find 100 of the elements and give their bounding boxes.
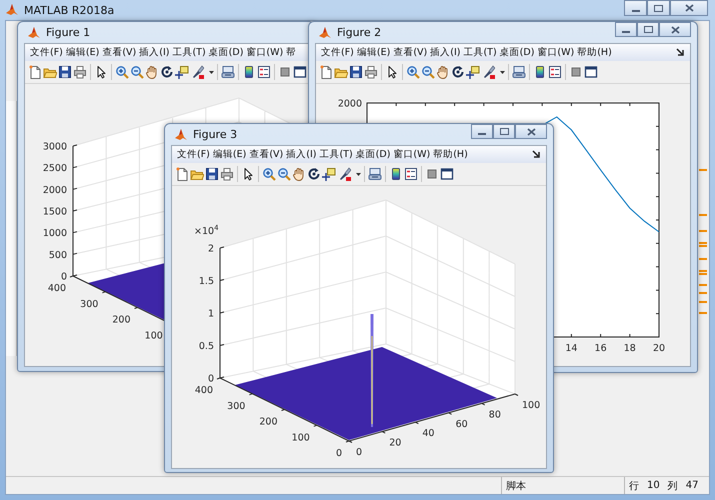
data-cursor-icon[interactable] — [175, 65, 189, 79]
menu-item[interactable]: 插入(I) — [286, 148, 316, 161]
menu-item[interactable]: 桌面(D) — [356, 148, 390, 161]
menu-item[interactable]: 文件(F) — [321, 46, 354, 59]
menu-item[interactable]: 查看(V) — [102, 46, 136, 59]
tick-label: 300 — [227, 400, 246, 412]
menu-item[interactable]: 编辑(E) — [212, 148, 246, 161]
window-title: Figure 3 — [193, 128, 238, 141]
colorbar-icon[interactable] — [533, 65, 547, 79]
menu-item[interactable]: 工具(T) — [319, 148, 353, 161]
tick-label: 2 — [208, 244, 214, 254]
zoom-in-icon[interactable] — [406, 65, 420, 79]
rotate-icon[interactable] — [160, 65, 174, 79]
data-cursor-icon[interactable] — [466, 65, 480, 79]
menu-item[interactable]: 帮助(H) — [433, 148, 468, 161]
zoom-in-icon[interactable] — [115, 65, 129, 79]
window-title: MATLAB R2018a — [24, 4, 114, 16]
new-file-icon[interactable] — [28, 65, 42, 79]
maximize-button[interactable] — [647, 0, 670, 16]
menu-item[interactable]: 文件(F) — [177, 148, 210, 161]
new-file-icon[interactable] — [175, 167, 189, 181]
menu-item[interactable]: 帮 — [286, 46, 296, 59]
line-label: 行 — [629, 480, 639, 492]
maximize-button[interactable] — [637, 22, 659, 37]
tick-label: 400 — [48, 283, 66, 294]
tick-label: 200 — [259, 416, 278, 428]
maximize-button[interactable] — [493, 124, 515, 139]
menu-item[interactable]: 工具(T) — [463, 46, 497, 59]
tick-label: 200 — [112, 314, 130, 326]
menu-item[interactable]: 插入(I) — [430, 46, 460, 59]
window-icon[interactable] — [293, 65, 307, 79]
minimize-button[interactable] — [624, 0, 647, 16]
legend-icon[interactable] — [257, 65, 271, 79]
colorbar-icon[interactable] — [242, 65, 256, 79]
printer-icon[interactable] — [220, 167, 234, 181]
tick-label: 0 — [208, 374, 214, 384]
axis-exponent: ×10$^{4}$ — [194, 224, 219, 238]
linked-plot-icon[interactable] — [368, 167, 382, 181]
menu-item[interactable]: 文件(F) — [30, 46, 63, 59]
window-icon[interactable] — [440, 167, 454, 181]
menu-item[interactable]: 查看(V) — [249, 148, 284, 161]
zoom-in-icon[interactable] — [262, 167, 276, 181]
menu-item[interactable]: 窗口(W) — [246, 46, 284, 59]
colorbar-icon[interactable] — [389, 167, 403, 181]
dock-icon[interactable] — [676, 48, 685, 57]
tick-label: 400 — [194, 385, 213, 396]
tick-label: 20 — [389, 438, 402, 449]
menu-item[interactable]: 插入(I) — [139, 46, 170, 59]
tick-label: 2000 — [338, 98, 362, 110]
save-icon[interactable] — [205, 167, 219, 181]
brush-icon[interactable] — [190, 65, 204, 79]
hand-icon[interactable] — [436, 65, 450, 79]
data-cursor-icon[interactable] — [322, 167, 336, 181]
save-icon[interactable] — [349, 65, 363, 79]
menu-item[interactable]: 桌面(D) — [500, 46, 534, 59]
minimize-button[interactable] — [615, 22, 637, 37]
menu-item[interactable]: 窗口(W) — [393, 148, 430, 161]
new-file-icon[interactable] — [319, 65, 333, 79]
tick-label: 0.5 — [198, 341, 214, 352]
square-icon[interactable] — [569, 65, 583, 79]
hand-icon[interactable] — [145, 65, 159, 79]
menu-item[interactable]: 工具(T) — [172, 46, 206, 59]
menu-item[interactable]: 帮助(H) — [577, 46, 612, 59]
rotate-icon[interactable] — [451, 65, 465, 79]
save-icon[interactable] — [58, 65, 72, 79]
printer-icon[interactable] — [73, 65, 87, 79]
tick-label: 60 — [456, 418, 468, 430]
minimize-button[interactable] — [471, 124, 493, 139]
close-icon — [670, 26, 680, 34]
zoom-out-icon[interactable] — [130, 65, 144, 79]
membrane-logo-icon — [318, 26, 332, 39]
linked-plot-icon[interactable] — [512, 65, 526, 79]
menu-item[interactable]: 查看(V) — [393, 46, 428, 59]
tick-label: 500 — [48, 250, 67, 261]
window-icon[interactable] — [584, 65, 598, 79]
tick-label: 2500 — [42, 163, 67, 174]
menu-item[interactable]: 窗口(W) — [537, 46, 574, 59]
square-icon[interactable] — [425, 167, 439, 181]
close-button[interactable] — [659, 22, 691, 37]
hand-icon[interactable] — [292, 167, 306, 181]
tick-label: 100 — [522, 400, 540, 411]
tick-label: 18 — [624, 343, 636, 354]
brush-icon[interactable] — [481, 65, 495, 79]
linked-plot-icon[interactable] — [221, 65, 235, 79]
legend-icon[interactable] — [404, 167, 418, 181]
window-title: Figure 1 — [46, 26, 90, 39]
square-icon[interactable] — [278, 65, 292, 79]
rotate-icon[interactable] — [307, 167, 321, 181]
menu-item[interactable]: 编辑(E) — [356, 46, 390, 59]
printer-icon[interactable] — [364, 65, 378, 79]
tick-label: 300 — [80, 298, 98, 310]
dock-icon[interactable] — [532, 150, 541, 159]
close-button[interactable] — [515, 124, 547, 139]
close-button[interactable] — [670, 0, 708, 16]
zoom-out-icon[interactable] — [277, 167, 291, 181]
legend-icon[interactable] — [548, 65, 562, 79]
menu-item[interactable]: 桌面(D) — [208, 46, 244, 59]
zoom-out-icon[interactable] — [421, 65, 435, 79]
brush-icon[interactable] — [337, 167, 351, 181]
menu-item[interactable]: 编辑(E) — [66, 46, 100, 59]
